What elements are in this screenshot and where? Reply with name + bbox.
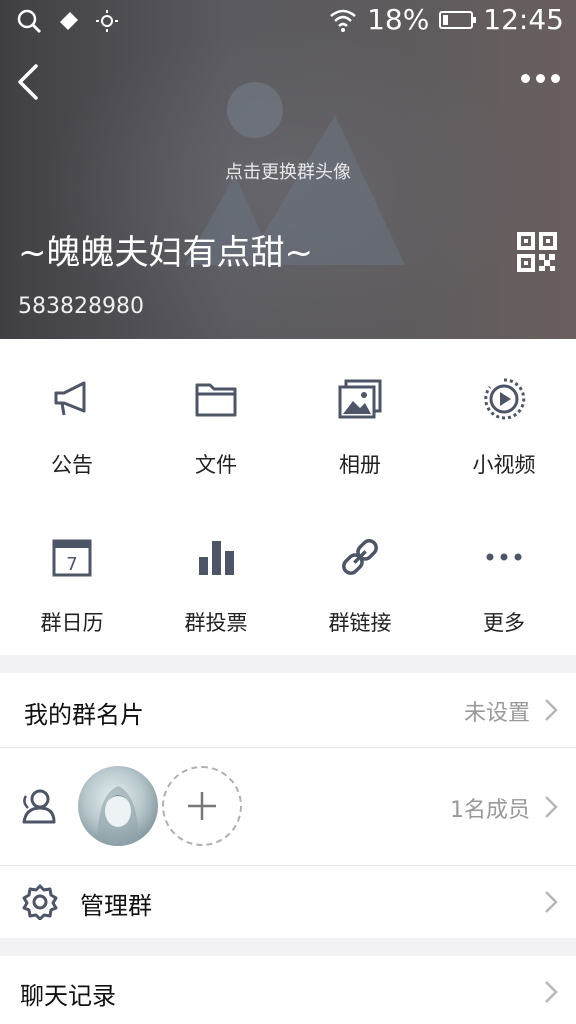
feature-album[interactable]: 相册 [288,339,432,497]
feature-label: 群日历 [40,611,104,635]
more-options-icon[interactable] [521,74,560,83]
clock: 12:45 [483,3,564,36]
chat-history-label: 聊天记录 [20,982,116,1010]
feature-more[interactable]: 更多 [432,497,576,655]
battery-icon [439,10,477,29]
svg-text:7: 7 [66,554,77,575]
app-status-icon [60,12,78,30]
manage-group-row[interactable]: 管理群 [0,866,576,938]
chevron-right-icon [545,891,558,913]
video-icon [484,378,526,420]
feature-vote[interactable]: 群投票 [144,497,288,655]
brightness-status-icon [96,10,118,32]
feature-label: 文件 [195,453,237,477]
qr-code-icon[interactable] [517,232,557,272]
album-icon [338,379,382,419]
feature-link[interactable]: 群链接 [288,497,432,655]
feature-label: 更多 [483,611,525,635]
folder-icon [195,383,237,417]
feature-label: 群链接 [328,611,392,635]
search-status-icon [17,9,42,34]
feature-grid: 公告 文件 相册 小视频 7 群日历 群投票 群链接 更多 [0,339,576,655]
my-group-card-row[interactable]: 我的群名片 未设置 [0,673,576,747]
chevron-right-icon [545,981,558,1003]
feature-label: 群投票 [184,611,248,635]
gear-icon [22,884,58,920]
members-icon [22,789,56,824]
group-header: 18% 12:45 点击更换群头像 ~魄魄夫妇有点甜~ 583828980 [0,0,576,339]
battery-percent: 18% [367,3,430,36]
feature-announcement[interactable]: 公告 [0,339,144,497]
back-arrow-icon[interactable] [14,62,44,102]
chevron-right-icon [545,699,558,721]
my-group-card-value: 未设置 [463,701,530,726]
feature-short-video[interactable]: 小视频 [432,339,576,497]
wifi-icon [330,9,356,32]
calendar-icon: 7 [52,539,92,577]
add-member-button[interactable] [162,766,242,846]
chevron-right-icon [545,796,558,818]
manage-group-label: 管理群 [80,892,152,920]
my-group-card-label: 我的群名片 [24,701,144,729]
member-count: 1名成员 [450,798,530,823]
feature-calendar[interactable]: 7 群日历 [0,497,144,655]
feature-files[interactable]: 文件 [144,339,288,497]
members-row[interactable]: 1名成员 [0,748,576,865]
more-icon [486,553,522,561]
plus-icon [188,792,216,820]
link-icon [342,539,378,575]
bar-chart-icon [199,541,234,575]
status-bar: 18% 12:45 [0,0,576,44]
member-avatar[interactable] [78,766,158,846]
group-id: 583828980 [18,294,144,319]
feature-label: 小视频 [472,453,536,477]
chat-history-row[interactable]: 聊天记录 [0,956,576,1024]
feature-label: 公告 [51,453,93,477]
feature-label: 相册 [339,453,381,477]
change-avatar-hint[interactable]: 点击更换群头像 [0,158,576,184]
megaphone-icon [54,381,86,416]
group-name: ~魄魄夫妇有点甜~ [18,233,313,273]
